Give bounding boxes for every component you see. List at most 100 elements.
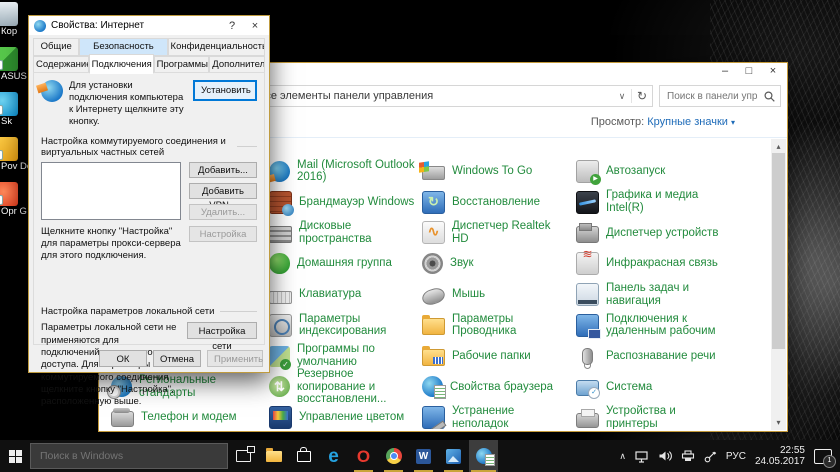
cp-item-internet-options[interactable]: Свойства браузера (422, 372, 576, 403)
cp-item-windows-to-go[interactable]: Windows To Go (422, 156, 576, 187)
apply-button[interactable]: Применить (207, 350, 263, 367)
windows-to-go-icon (422, 166, 445, 180)
cp-item-color-management[interactable]: Управление цветом (269, 402, 422, 429)
add-button[interactable]: Добавить... (189, 162, 257, 178)
refresh-icon[interactable]: ↻ (631, 89, 652, 103)
cp-item-devices-printers[interactable]: Устройства и принтеры (576, 402, 771, 429)
cp-item-remote-desktop[interactable]: Подключения к удаленным рабочим (576, 310, 771, 341)
close-button[interactable]: × (761, 63, 785, 81)
photos-button[interactable] (439, 440, 468, 472)
clock-time: 22:55 (755, 445, 805, 457)
powerdvd-icon (0, 137, 18, 161)
mouse-icon (420, 286, 447, 307)
cp-item-autoplay[interactable]: Автозапуск (576, 156, 771, 187)
cp-item-backup[interactable]: Резервное копирование и восстановлени... (269, 372, 422, 403)
lan-settings-button[interactable]: Настройка сети (187, 322, 257, 339)
cp-item-device-manager[interactable]: Диспетчер устройств (576, 218, 771, 249)
internet-properties-icon (34, 20, 46, 32)
cp-item-work-folders[interactable]: Рабочие папки (422, 341, 576, 372)
cp-item-infrared[interactable]: Инфракрасная связь (576, 248, 771, 279)
search-input[interactable] (665, 90, 760, 103)
device-manager-icon (576, 226, 599, 243)
language-indicator[interactable]: РУС (726, 451, 746, 462)
recovery-icon (422, 191, 445, 214)
word-button[interactable]: W (409, 440, 438, 472)
cp-item-system[interactable]: Система (576, 372, 771, 403)
windows-firewall-icon (269, 191, 292, 214)
add-vpn-button[interactable]: Добавить VPN... (189, 183, 257, 199)
maximize-button[interactable]: □ (737, 63, 761, 81)
cp-item-speech[interactable]: Распознавание речи (576, 341, 771, 372)
cp-item-keyboard[interactable]: Клавиатура (269, 279, 422, 310)
chrome-button[interactable] (379, 440, 408, 472)
cp-item-sound[interactable]: Звук (422, 248, 576, 279)
network-icon[interactable] (635, 450, 649, 463)
dialog-close-button[interactable]: × (246, 20, 264, 32)
cp-item-indexing[interactable]: Параметры индексирования (269, 310, 422, 341)
realtek-hd-icon (422, 221, 445, 244)
cp-item-explorer-options[interactable]: Параметры Проводника (422, 310, 576, 341)
cp-item-storage-spaces[interactable]: Дисковые пространства (269, 218, 422, 249)
tab-privacy[interactable]: Конфиденциальность (168, 38, 265, 56)
phone-modem-icon (111, 411, 134, 427)
vertical-scrollbar[interactable]: ▴ ▾ (771, 139, 786, 430)
cp-item-realtek[interactable]: Диспетчер Realtek HD (422, 218, 576, 249)
cp-item-intel-graphics[interactable]: Графика и медиа Intel(R) (576, 187, 771, 218)
opera-icon: O (357, 448, 370, 465)
scroll-up-icon[interactable]: ▴ (771, 139, 786, 154)
taskbar-search-input[interactable] (38, 449, 220, 463)
dialog-titlebar[interactable]: Свойства: Интернет ? × (29, 16, 269, 35)
control-panel-search[interactable] (659, 85, 781, 107)
clock-date: 24.05.2017 (755, 456, 805, 468)
store-icon (297, 451, 311, 462)
tab-general[interactable]: Общие (33, 38, 79, 56)
internet-setup-icon (41, 80, 63, 102)
cp-item-mouse[interactable]: Мышь (422, 279, 576, 310)
cp-item-mail[interactable]: Mail (Microsoft Outlook 2016) (269, 156, 422, 187)
tab-connections[interactable]: Подключения (89, 54, 154, 74)
action-center-icon[interactable]: 1 (814, 449, 832, 464)
remote-desktop-icon (576, 314, 599, 337)
edge-icon: e (328, 447, 339, 466)
windows-logo-icon (9, 450, 22, 463)
taskbar-search[interactable] (30, 443, 228, 469)
setup-text: Для установки подключения компьютера к И… (69, 80, 187, 128)
ok-button[interactable]: ОК (99, 350, 147, 367)
infrared-icon (576, 252, 599, 275)
dialog-action-buttons: ОК Отмена Применить (99, 350, 263, 367)
view-dropdown-arrow-icon[interactable]: ▾ (731, 118, 735, 127)
cp-item-troubleshooting[interactable]: Устранение неполадок (422, 402, 576, 429)
file-explorer-button[interactable] (259, 440, 288, 472)
store-button[interactable] (289, 440, 318, 472)
address-dropdown-icon[interactable]: ∨ (613, 91, 631, 102)
edge-button[interactable]: e (319, 440, 348, 472)
cp-item-recovery[interactable]: Восстановление (422, 187, 576, 218)
taskbar-clock[interactable]: 22:55 24.05.2017 (755, 445, 805, 468)
minimize-button[interactable]: – (713, 63, 737, 81)
task-view-button[interactable] (229, 440, 258, 472)
view-mode-dropdown[interactable]: Крупные значки (647, 116, 728, 128)
scroll-down-icon[interactable]: ▾ (771, 415, 786, 430)
install-button[interactable]: Установить (193, 80, 257, 101)
settings-button[interactable]: Настройка (189, 226, 257, 242)
printer-icon[interactable] (681, 450, 695, 462)
hidden-icons-chevron[interactable]: ∧ (619, 451, 626, 462)
intel-graphics-icon (576, 191, 599, 214)
vpn-connections-listbox[interactable] (41, 162, 181, 220)
volume-icon[interactable] (658, 450, 672, 462)
internet-properties-taskbar-button[interactable] (469, 440, 498, 472)
connections-tab-page: Для установки подключения компьютера к И… (33, 72, 265, 345)
cp-item-firewall[interactable]: Брандмауэр Windows (269, 187, 422, 218)
speech-recognition-icon (582, 348, 593, 365)
cancel-button[interactable]: Отмена (153, 350, 201, 367)
help-button[interactable]: ? (223, 20, 241, 32)
cp-item-homegroup[interactable]: Домашняя группа (269, 248, 422, 279)
opera-button[interactable]: O (349, 440, 378, 472)
start-button[interactable] (0, 440, 30, 472)
usb-device-icon[interactable] (704, 450, 717, 463)
sound-icon (422, 253, 443, 274)
scrollbar-thumb[interactable] (772, 153, 785, 349)
remove-button[interactable]: Удалить... (189, 204, 257, 220)
cp-item-taskbar-navigation[interactable]: Панель задач и навигация (576, 279, 771, 310)
storage-spaces-icon (269, 226, 292, 243)
